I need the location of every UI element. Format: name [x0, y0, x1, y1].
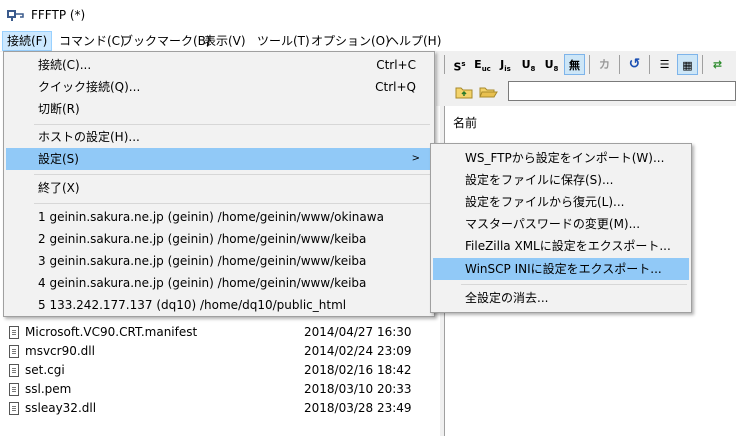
toolbar-separator [649, 55, 650, 74]
menu-item-recent-2[interactable]: 2 geinin.sakura.ne.jp (geinin) /home/gei… [6, 228, 432, 250]
file-row[interactable]: msvcr90.dll 2014/02/24 23:09 [0, 342, 440, 361]
menu-item-exit[interactable]: 終了(X) [6, 177, 432, 199]
menu-item-quick-connect[interactable]: クイック接続(Q)... Ctrl+Q [6, 76, 432, 98]
menu-item-label: 終了(X) [38, 181, 80, 195]
utf8bom-icon[interactable]: U8 [541, 54, 562, 75]
menu-item-label: ホストの設定(H)... [38, 130, 140, 144]
file-name: ssl.pem [25, 382, 72, 396]
file-name: msvcr90.dll [25, 344, 95, 358]
toolbar-separator [619, 55, 620, 74]
menu-bar: 接続(F) コマンド(C) ブックマーク(B) 表示(V) ツール(T) オプシ… [0, 30, 736, 52]
menu-item-recent-5[interactable]: 5 133.242.177.137 (dq10) /home/dq10/publ… [6, 294, 432, 316]
kana-icon[interactable]: カ [594, 54, 615, 75]
menu-item-label: クイック接続(Q)... [38, 80, 141, 94]
submenu-arrow-icon: > [411, 153, 420, 164]
jis-icon[interactable]: Jis [495, 54, 516, 75]
file-name: ssleay32.dll [25, 401, 97, 415]
menu-item-recent-3[interactable]: 3 geinin.sakura.ne.jp (geinin) /home/gei… [6, 250, 432, 272]
refresh-icon[interactable]: ↺ [624, 54, 645, 75]
connect-menu: 接続(C)... Ctrl+C クイック接続(Q)... Ctrl+Q 切断(R… [3, 51, 435, 317]
sync-icon[interactable]: ⇄ [707, 54, 728, 75]
window-title: FFFTP (*) [31, 8, 86, 22]
menu-item-export-winscp[interactable]: WinSCP INIに設定をエクスポート... [433, 258, 689, 280]
menu-item-recent-4[interactable]: 4 geinin.sakura.ne.jp (geinin) /home/gei… [6, 272, 432, 294]
file-date: 2018/03/10 20:33 [304, 382, 412, 396]
menu-connect[interactable]: 接続(F) [2, 31, 53, 51]
file-row[interactable]: ssl.pem 2018/03/10 20:33 [0, 380, 440, 399]
utf8n-icon[interactable]: U8 [518, 54, 539, 75]
file-date: 2018/03/28 23:49 [304, 401, 412, 415]
toolbar-separator [589, 55, 590, 74]
menu-item-settings[interactable]: 設定(S) > [6, 148, 432, 170]
menu-item-label: 1 geinin.sakura.ne.jp (geinin) /home/gei… [38, 210, 384, 224]
sjis-icon[interactable]: Ss [449, 54, 470, 75]
list-view-icon[interactable]: ☰ [654, 54, 675, 75]
menu-separator [34, 124, 430, 125]
menu-item-clear-all-settings[interactable]: 全設定の消去... [433, 287, 689, 309]
file-row[interactable]: set.cgi 2018/02/16 18:42 [0, 361, 440, 380]
menu-item-label: 設定をファイルから復元(L)... [465, 195, 625, 209]
menu-item-label: 4 geinin.sakura.ne.jp (geinin) /home/gei… [38, 276, 367, 290]
column-header-name[interactable]: 名前 [453, 114, 477, 131]
file-name: set.cgi [25, 363, 65, 377]
file-name: Microsoft.VC90.CRT.manifest [25, 325, 198, 339]
folder-open-icon[interactable] [478, 82, 498, 101]
menu-item-label: 2 geinin.sakura.ne.jp (geinin) /home/gei… [38, 232, 367, 246]
menu-separator [34, 174, 430, 175]
menu-item-label: 3 geinin.sakura.ne.jp (geinin) /home/gei… [38, 254, 367, 268]
detail-view-icon[interactable]: ▦ [677, 54, 698, 75]
file-date: 2018/02/16 18:42 [304, 363, 412, 377]
file-icon [9, 345, 19, 358]
menu-item-change-master-password[interactable]: マスターパスワードの変更(M)... [433, 213, 689, 235]
menu-item-label: FileZilla XMLに設定をエクスポート... [465, 239, 671, 253]
menu-view[interactable]: 表示(V) [200, 32, 250, 50]
euc-icon[interactable]: Euc [472, 54, 493, 75]
menu-item-label: WinSCP INIに設定をエクスポート... [465, 262, 662, 276]
file-icon [9, 402, 19, 415]
file-date: 2014/02/24 23:09 [304, 344, 412, 358]
menu-item-recent-1[interactable]: 1 geinin.sakura.ne.jp (geinin) /home/gei… [6, 206, 432, 228]
ffftp-app-icon [7, 10, 24, 21]
toolbar-separator [444, 55, 445, 74]
file-icon [9, 383, 19, 396]
menu-item-label: WS_FTPから設定をインポート(W)... [465, 151, 665, 165]
menu-options[interactable]: オプション(O) [307, 32, 394, 50]
settings-submenu: WS_FTPから設定をインポート(W)... 設定をファイルに保存(S)... … [430, 143, 692, 313]
file-row[interactable]: Microsoft.VC90.CRT.manifest 2014/04/27 1… [0, 323, 440, 342]
menu-item-label: 切断(R) [38, 102, 80, 116]
file-row[interactable]: ssleay32.dll 2018/03/28 23:49 [0, 399, 440, 418]
menu-separator [34, 203, 430, 204]
menu-item-import-wsftp[interactable]: WS_FTPから設定をインポート(W)... [433, 147, 689, 169]
file-icon [9, 326, 19, 339]
no-convert-icon[interactable]: 無 [564, 54, 585, 75]
menu-help[interactable]: ヘルプ(H) [383, 32, 445, 50]
menu-item-label: マスターパスワードの変更(M)... [465, 217, 641, 231]
menu-item-export-filezilla[interactable]: FileZilla XMLに設定をエクスポート... [433, 235, 689, 257]
toolbar: Ss Euc Jis U8 U8 無 カ ↺ ☰ ▦ ⇄ [436, 51, 736, 78]
menu-separator [461, 284, 687, 285]
menu-item-label: 接続(C)... [38, 58, 92, 72]
remote-path-input[interactable] [508, 81, 736, 101]
menu-item-disconnect[interactable]: 切断(R) [6, 98, 432, 120]
menu-item-shortcut: Ctrl+Q [375, 80, 416, 94]
menu-item-connect[interactable]: 接続(C)... Ctrl+C [6, 54, 432, 76]
menu-item-label: 設定をファイルに保存(S)... [465, 173, 614, 187]
menu-item-label: 5 133.242.177.137 (dq10) /home/dq10/publ… [38, 298, 347, 312]
menu-item-shortcut: Ctrl+C [376, 58, 416, 72]
menu-tools[interactable]: ツール(T) [253, 32, 314, 50]
menu-item-label: 全設定の消去... [465, 291, 549, 305]
menu-item-save-settings-file[interactable]: 設定をファイルに保存(S)... [433, 169, 689, 191]
title-bar: FFFTP (*) [0, 0, 736, 30]
file-icon [9, 364, 19, 377]
remote-path-bar [436, 78, 736, 106]
folder-up-icon[interactable] [454, 82, 474, 101]
toolbar-separator [702, 55, 703, 74]
menu-item-host-settings[interactable]: ホストの設定(H)... [6, 126, 432, 148]
menu-item-restore-settings-file[interactable]: 設定をファイルから復元(L)... [433, 191, 689, 213]
menu-item-label: 設定(S) [38, 152, 79, 166]
file-date: 2014/04/27 16:30 [304, 325, 412, 339]
